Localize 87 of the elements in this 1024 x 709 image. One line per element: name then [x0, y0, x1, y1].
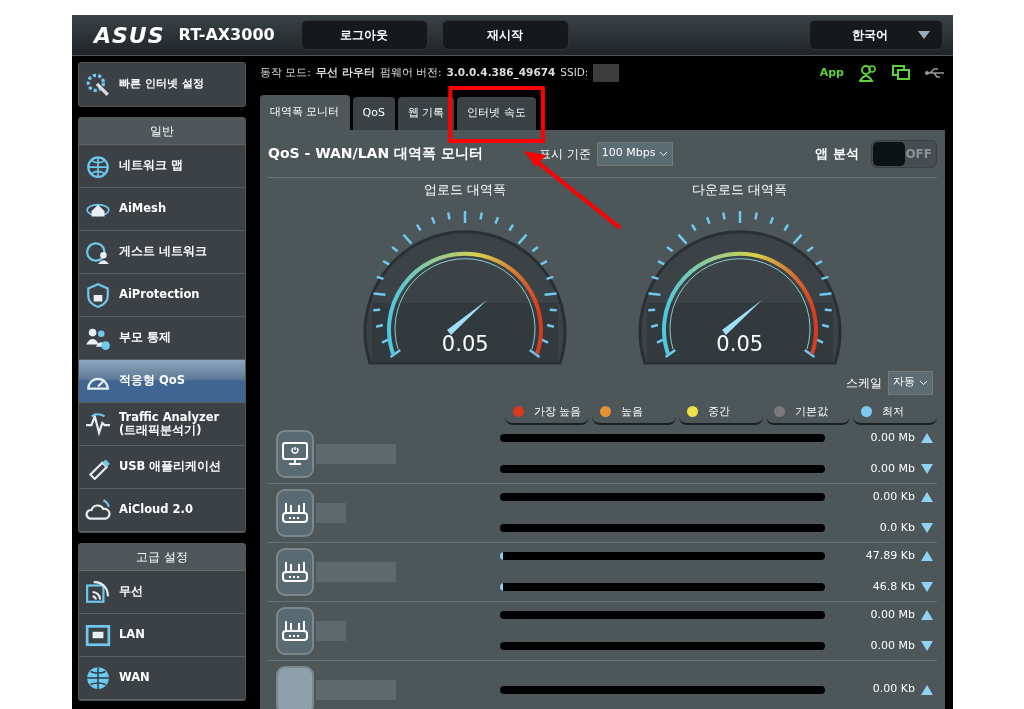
tab[interactable]: 인터넷 속도	[457, 97, 536, 130]
restart-button[interactable]: 재시작	[441, 20, 569, 50]
caret-icon	[918, 31, 930, 39]
upload-arrow-icon	[921, 492, 933, 503]
tab[interactable]: 대역폭 모니터	[260, 95, 350, 130]
chevron-icon	[659, 150, 669, 157]
sidebar-item[interactable]: 네트워크 맵	[79, 145, 245, 188]
sidebar-item[interactable]: AiCloud 2.0	[79, 489, 245, 532]
legend-label: 높음	[621, 403, 643, 419]
traffic-reading: 0.00 Mb	[869, 430, 915, 446]
globe-icon	[85, 153, 111, 179]
field-label: 스케일	[846, 374, 882, 392]
ethernet-port-icon	[85, 622, 111, 648]
legend-tab[interactable]: 높음	[592, 400, 676, 425]
gauge-value: 0.05	[715, 331, 765, 358]
shield-icon	[85, 282, 111, 308]
legend-label: 중간	[708, 403, 730, 419]
traffic-reading: 47.89 Kb	[864, 548, 915, 564]
sidebar-item[interactable]: 무선	[79, 571, 245, 614]
field-label: 앱 분석	[815, 144, 859, 163]
legend-label: 가장 높음	[534, 403, 582, 419]
download-arrow-icon	[921, 640, 933, 651]
globe-icon	[85, 665, 111, 691]
gauge-value: 0.05	[440, 331, 490, 358]
section-header: 일반	[79, 118, 245, 145]
download-arrow-icon	[921, 522, 933, 533]
sidebar-item[interactable]: WAN	[79, 657, 245, 700]
upload-arrow-icon	[921, 684, 933, 695]
language-dropdown[interactable]: 한국어	[809, 20, 943, 50]
download-arrow-icon	[921, 581, 933, 592]
router-icon	[276, 547, 314, 596]
section-header: 고급 설정	[79, 544, 245, 571]
legend-tab[interactable]: 기본값	[766, 400, 850, 425]
cloud-icon	[85, 497, 111, 523]
traffic-reading: 0.00 Kb	[871, 489, 915, 505]
mode-link[interactable]: 무선 라우터	[315, 65, 375, 81]
upload-arrow-icon	[921, 610, 933, 621]
sidebar-item[interactable]: LAN	[79, 614, 245, 657]
tab[interactable]: 웹 기록	[397, 97, 455, 130]
app-link[interactable]: App	[819, 64, 844, 82]
pulse-icon	[85, 411, 111, 437]
traffic-reading: 46.8 Kb	[871, 578, 915, 595]
upload-arrow-icon	[921, 551, 933, 562]
display-select[interactable]: 100 Mbps	[596, 141, 674, 166]
traffic-reading: 0.00 Mb	[869, 607, 915, 623]
model-name: RT-AX3000	[178, 24, 275, 46]
legend-label: 기본값	[795, 403, 828, 419]
sidebar-item[interactable]: USB 애플리케이션	[79, 446, 245, 489]
redacted-block	[593, 64, 620, 82]
tab[interactable]: QoS	[352, 97, 395, 130]
logo: ASUS	[94, 21, 165, 50]
legend-tab[interactable]: 가장 높음	[505, 400, 589, 425]
device-icon	[276, 665, 314, 709]
chevron-icon	[919, 379, 928, 386]
legend-tab[interactable]: 최저	[853, 400, 937, 425]
usb-icon[interactable]	[925, 67, 945, 79]
sidebar-item[interactable]: 적응형 QoS	[79, 360, 245, 403]
sidebar-item[interactable]: Traffic Analyzer (트래픽분석기)	[79, 403, 245, 446]
scale-select[interactable]: 자동	[888, 370, 933, 395]
status-label: SSID:	[560, 65, 589, 81]
wrench-icon	[85, 71, 111, 98]
download-arrow-icon	[921, 463, 933, 474]
gauge-title: 업로드 대역폭	[424, 181, 507, 199]
legend-tab[interactable]: 중간	[679, 400, 763, 425]
traffic-reading: 0.00 Kb	[871, 681, 915, 698]
sidebar-item[interactable]: 게스트 네트워크	[79, 231, 245, 274]
status-label: 동작 모드:	[260, 65, 311, 81]
traffic-reading: 0.00 Mb	[869, 637, 915, 654]
monitor-icon	[276, 429, 314, 478]
logout-button[interactable]: 로그아웃	[300, 20, 428, 50]
status-label: 펌웨어 버전:	[379, 65, 442, 81]
firmware-link[interactable]: 3.0.0.4.386_49674	[446, 65, 556, 81]
router-icon	[276, 606, 314, 655]
gauge-title: 다운로드 대역폭	[692, 181, 788, 199]
screens-icon[interactable]	[892, 64, 910, 82]
router-icon	[276, 488, 314, 537]
traffic-reading: 0.0 Kb	[878, 519, 915, 536]
traffic-reading: 0.00 Mb	[869, 460, 915, 477]
sidebar-item[interactable]: AiProtection	[79, 274, 245, 317]
quick-setup-item[interactable]: 빠른 인터넷 설정	[78, 62, 246, 107]
users-icon[interactable]	[859, 64, 877, 82]
wireless-icon	[85, 579, 111, 605]
guest-network-icon	[85, 239, 111, 265]
upload-arrow-icon	[921, 433, 933, 444]
panel-title: QoS - WAN/LAN 대역폭 모니터	[268, 144, 483, 163]
sidebar-item[interactable]: AiMesh	[79, 188, 245, 231]
legend-label: 최저	[882, 403, 904, 419]
